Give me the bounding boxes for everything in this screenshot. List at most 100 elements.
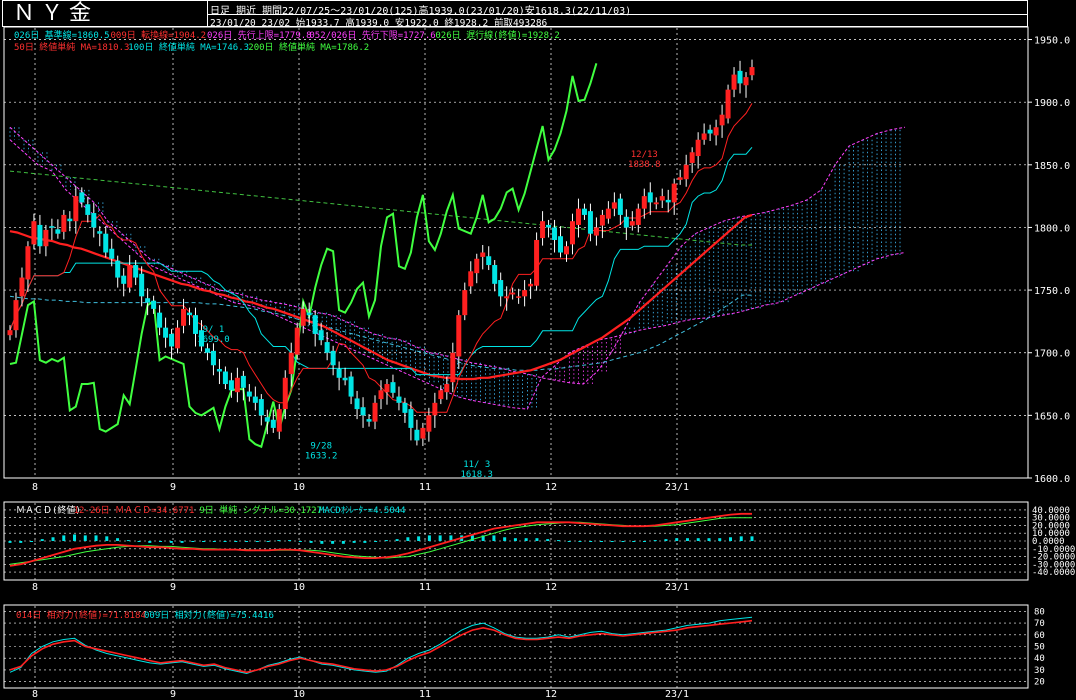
cloud-lower-line: [9, 139, 906, 410]
candle-body: [701, 133, 707, 140]
macd-osc-bar: [40, 539, 44, 541]
y-tick-label: 1900.0: [1034, 98, 1070, 109]
macd-osc-bar: [384, 540, 388, 542]
macd-osc-bar: [255, 541, 259, 542]
candle-body: [193, 315, 198, 334]
rsi9-line: [9, 616, 753, 675]
macd-osc-bar: [567, 541, 571, 542]
candle-body: [31, 221, 37, 245]
x-tick-label: 23/1: [665, 582, 689, 593]
macd-osc-bar: [320, 541, 324, 544]
macd-osc-bar: [212, 541, 216, 542]
candle-body: [187, 312, 193, 316]
candle-body: [426, 415, 432, 432]
y-tick-label: 1800.0: [1034, 223, 1070, 234]
macd-y-tick: -40.0000: [1032, 568, 1075, 578]
candle-body: [516, 296, 522, 298]
macd-osc-bar: [352, 541, 356, 543]
candle-body: [414, 429, 420, 441]
macd-osc-bar: [288, 540, 292, 542]
candle-body: [366, 419, 372, 422]
rsi-y-tick: 70: [1034, 619, 1045, 629]
candle-body: [617, 198, 623, 215]
candle-body: [97, 231, 103, 234]
candle-body: [581, 208, 587, 215]
candle-body: [564, 246, 569, 255]
candle-body: [7, 330, 13, 336]
candle-body: [121, 275, 127, 284]
candle-body: [318, 330, 324, 341]
macd-osc-bar: [83, 535, 87, 541]
candle-body: [599, 214, 605, 226]
candle-body: [390, 382, 396, 393]
macd-osc-bar: [277, 540, 281, 542]
macd-osc-bar: [417, 536, 421, 541]
candle-body: [528, 283, 534, 287]
kijun-line: [9, 146, 753, 376]
x-tick-label: 11: [419, 689, 431, 700]
candle-body: [246, 391, 252, 397]
chart-canvas[interactable]: 8 9 10 11 12 23/1 8 9 10 11 12 23/1 8 9 10 11 12 23/1 1950…: [0, 0, 1076, 700]
candle-body: [115, 260, 121, 278]
macd-osc-bar: [632, 541, 636, 542]
ma200-line: [9, 170, 752, 246]
candle-body: [216, 369, 222, 372]
candle-body: [468, 271, 474, 287]
y-tick-label: 1750.0: [1034, 286, 1070, 297]
x-tick-label: 11: [419, 482, 431, 493]
macd-osc-bar: [395, 539, 399, 541]
candle-body: [474, 258, 480, 274]
candle-body: [641, 196, 647, 209]
candle-body: [49, 226, 55, 228]
macd-osc-bar: [750, 536, 754, 541]
candle-body: [300, 308, 306, 326]
x-tick-label: 8: [32, 582, 38, 593]
candle-body: [492, 265, 498, 284]
candle-body: [19, 277, 25, 297]
x-tick-label: 10: [293, 582, 305, 593]
candle-body: [288, 352, 294, 375]
candle-body: [13, 300, 19, 331]
candle-body: [336, 369, 342, 378]
candle-body: [647, 192, 653, 203]
annotation-date: 11/ 3: [463, 460, 490, 470]
candle-body: [605, 208, 611, 219]
candle-body: [695, 139, 701, 157]
candle-body: [587, 211, 593, 234]
macd-osc-bar: [685, 538, 689, 541]
candle-body: [378, 390, 384, 400]
candle-body: [181, 308, 187, 326]
macd-osc-bar: [653, 540, 657, 542]
rsi-y-tick: 30: [1034, 666, 1045, 676]
candle-body: [234, 377, 240, 393]
candle-body: [85, 204, 91, 215]
macd-osc-bar: [675, 538, 679, 541]
rsi-y-tick: 80: [1034, 607, 1045, 617]
candle-body: [456, 315, 462, 357]
candle-body: [402, 402, 408, 413]
candle-body: [713, 127, 719, 136]
main-legend-row2-item: 200日 終値単純 MA=1786.2: [248, 41, 369, 53]
candle-body: [575, 208, 581, 225]
macd-osc-bar: [610, 541, 614, 542]
x-tick-label: 10: [293, 482, 305, 493]
macd-osc-bar: [578, 541, 582, 542]
panel-frames: [3, 26, 1029, 689]
candle-body: [360, 407, 366, 416]
candle-body: [79, 192, 85, 203]
candle-body: [204, 348, 210, 353]
candle-body: [73, 196, 79, 222]
y-tick-label: 1850.0: [1034, 161, 1070, 172]
candle-body: [671, 183, 677, 203]
candle-body: [354, 398, 360, 410]
candle-body: [109, 248, 115, 259]
rsi-y-tick: 60: [1034, 631, 1045, 641]
rsi-y-tick: 40: [1034, 654, 1045, 664]
main-legend-row1-item: 009日 転換線=1904.2: [111, 29, 207, 41]
macd-legend-item: 12-26日 ＭＡＣＤ=34.6771: [74, 505, 195, 516]
candle-body: [330, 350, 336, 366]
panel-frame-main: [3, 26, 1029, 479]
macd-osc-bar: [664, 539, 668, 541]
macd-osc-bar: [427, 535, 431, 541]
macd-osc-bar: [535, 538, 539, 541]
